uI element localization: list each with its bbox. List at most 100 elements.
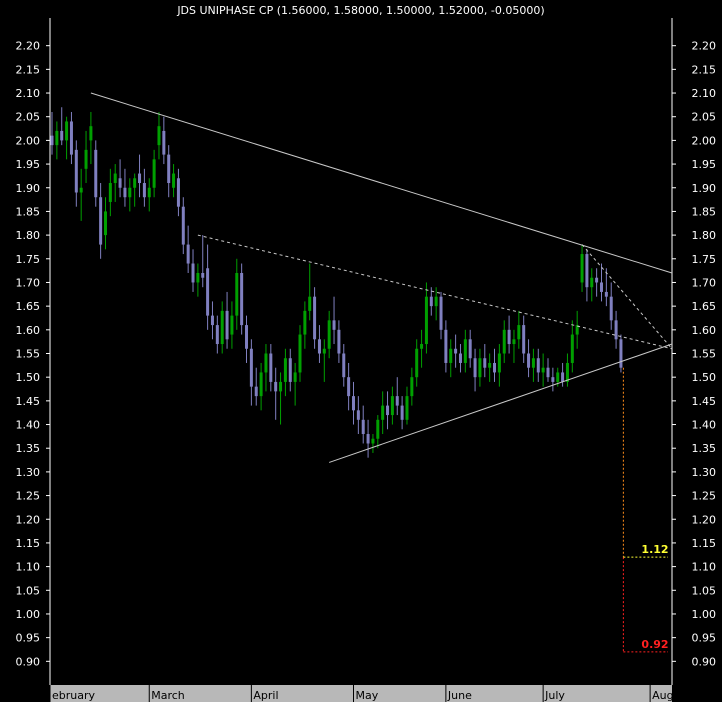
candle-body [176,178,180,207]
candle-body [133,178,137,188]
y-tick-label-left: 2.10 [16,87,41,100]
y-tick-label-left: 1.70 [16,276,41,289]
candle-body [84,149,88,169]
candle-body [196,272,200,283]
month-label: August [652,689,691,702]
candle-body [439,296,443,330]
candle-body [488,362,492,368]
candle-body [405,396,409,420]
y-tick-label-right: 1.10 [692,561,717,574]
candle-body [167,154,171,184]
candle-body [619,339,623,368]
y-tick-label-left: 1.45 [16,395,41,408]
y-tick-label-left: 1.05 [16,584,41,597]
candle-body [351,396,355,411]
candle-body [181,206,185,245]
candle-body [245,325,249,349]
y-tick-label-right: 1.55 [692,348,717,361]
y-tick-label-left: 2.20 [16,40,41,53]
candle-body [269,353,273,382]
candle-body [79,187,83,193]
candle-body [390,396,394,416]
candle-body [206,268,210,316]
candle-body [303,310,307,335]
candle-body [94,149,98,198]
candle-body [240,272,244,326]
y-tick-label-right: 1.00 [692,608,717,621]
y-tick-label-right: 1.70 [692,276,717,289]
candle-body [210,315,214,326]
candle-body [551,377,555,382]
y-tick-label-left: 0.90 [16,655,41,668]
candle-body [317,339,321,354]
y-tick-label-left: 1.60 [16,324,41,337]
candle-body [342,353,346,378]
candle-body [230,315,234,335]
y-tick-label-right: 2.05 [692,111,717,124]
y-tick-label-right: 2.10 [692,87,717,100]
y-tick-label-left: 1.55 [16,348,41,361]
candle-body [65,121,69,141]
candle-body [118,178,122,188]
y-tick-label-left: 2.15 [16,63,41,76]
candle-body [395,396,399,406]
candle-body [468,339,472,359]
candle-body [585,254,589,288]
candle-body [322,348,326,354]
chart-background [0,0,722,702]
candle-body [293,372,297,382]
y-tick-label-right: 1.15 [692,537,717,550]
candle-body [546,367,550,378]
candle-body [371,438,375,444]
month-label: June [447,689,472,702]
candle-body [201,272,205,278]
y-tick-label-left: 1.10 [16,561,41,574]
y-tick-label-right: 1.30 [692,466,717,479]
candle-body [434,296,438,307]
candle-body [541,367,545,373]
candle-body [420,344,424,349]
candle-body [595,277,599,283]
candle-body [288,358,292,382]
month-label: April [253,689,278,702]
candle-body [478,358,482,378]
y-tick-label-left: 1.20 [16,513,41,526]
x-axis: ebruary March April May June July August [49,685,691,702]
month-label: May [355,689,378,702]
y-tick-label-right: 1.40 [692,419,717,432]
y-tick-label-left: 1.25 [16,490,41,503]
candle-body [259,372,263,397]
candle-body [50,135,54,146]
month-label: ebruary [52,689,96,702]
month-label: March [151,689,185,702]
candle-body [108,183,112,202]
candle-body [454,348,458,354]
candle-body [157,126,161,146]
y-tick-label-right: 1.65 [692,300,717,313]
candle-body [458,353,462,363]
candle-body [527,353,531,368]
candle-body [337,329,341,354]
candle-body [89,126,93,141]
candle-body [614,320,618,340]
candle-body [123,187,127,198]
candle-body [138,173,142,184]
y-tick-label-right: 1.20 [692,513,717,526]
candle-body [590,277,594,288]
candle-body [429,296,433,307]
y-tick-label-left: 1.85 [16,205,41,218]
y-tick-label-right: 1.45 [692,395,717,408]
candle-body [186,244,190,264]
candle-body [410,377,414,397]
candle-body [103,211,107,236]
candle-body [162,130,166,155]
candle-body [356,410,360,420]
candle-body [249,348,253,387]
candle-body [361,419,365,435]
candle-body [225,310,229,340]
y-tick-label-left: 2.00 [16,134,41,147]
candle-body [512,339,516,345]
candle-body [507,329,511,345]
y-tick-label-right: 2.20 [692,40,717,53]
y-tick-label-left: 2.05 [16,111,41,124]
